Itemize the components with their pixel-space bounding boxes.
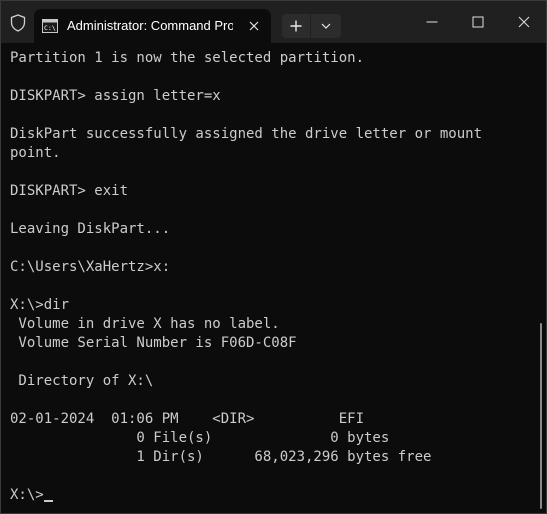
terminal-line: DISKPART> assign letter=x — [10, 88, 221, 104]
terminal-line: Volume in drive X has no label. — [10, 316, 280, 332]
terminal-line: Partition 1 is now the selected partitio… — [10, 50, 365, 66]
terminal-window: C:\ Administrator: Command Prompt — [0, 0, 547, 514]
terminal-line: Volume Serial Number is F06D-C08F — [10, 335, 297, 351]
close-window-button[interactable] — [501, 1, 546, 43]
terminal-line: point. — [10, 145, 61, 161]
title-bar[interactable]: C:\ Administrator: Command Prompt — [1, 1, 546, 43]
terminal-line: 0 File(s) 0 bytes — [10, 430, 390, 446]
terminal-line: X:\>dir — [10, 297, 70, 313]
close-icon — [518, 16, 530, 28]
shield-icon — [10, 14, 26, 32]
tab-title: Administrator: Command Prompt — [67, 18, 233, 33]
tab-close-button[interactable] — [243, 15, 265, 37]
terminal-line: Leaving DiskPart... — [10, 221, 171, 237]
prompt-line[interactable]: X:\> — [10, 486, 482, 505]
prompt-text: X:\> — [10, 487, 44, 503]
text-cursor — [43, 500, 53, 502]
tab-dropdown-button[interactable] — [311, 14, 341, 38]
maximize-button[interactable] — [455, 1, 501, 43]
terminal-output[interactable]: Partition 1 is now the selected partitio… — [1, 43, 546, 513]
svg-text:C:\: C:\ — [44, 24, 56, 32]
minimize-icon — [426, 21, 438, 23]
terminal-line: DiskPart successfully assigned the drive… — [10, 126, 483, 142]
new-tab-button[interactable] — [282, 14, 310, 38]
minimize-button[interactable] — [409, 1, 455, 43]
terminal-line: 1 Dir(s) 68,023,296 bytes free — [10, 449, 432, 465]
scrollbar-thumb[interactable] — [540, 323, 542, 509]
maximize-icon — [472, 16, 484, 28]
terminal-line: C:\Users\XaHertz>x: — [10, 259, 171, 275]
command-prompt-icon: C:\ — [42, 19, 58, 33]
tab-command-prompt[interactable]: C:\ Administrator: Command Prompt — [34, 9, 271, 43]
terminal-line: Directory of X:\ — [10, 373, 154, 389]
terminal-line: 02-01-2024 01:06 PM <DIR> EFI — [10, 411, 365, 427]
terminal-line: DISKPART> exit — [10, 183, 129, 199]
terminal-lines: Partition 1 is now the selected partitio… — [10, 49, 482, 505]
